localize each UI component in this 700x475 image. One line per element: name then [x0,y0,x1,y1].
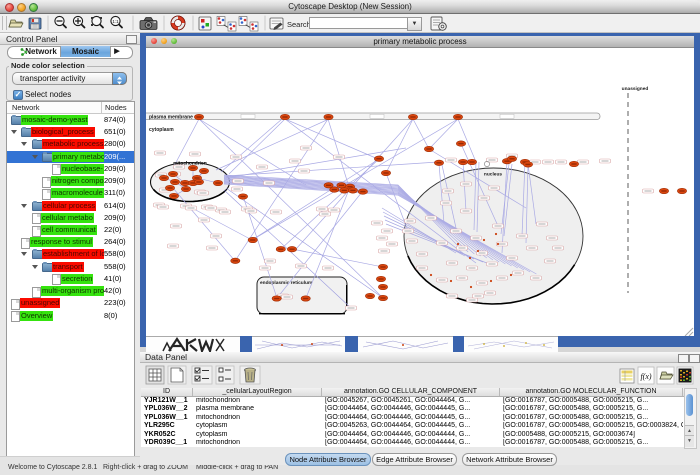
svg-text:plasma membrane: plasma membrane [149,115,193,121]
svg-text:1:1: 1:1 [112,19,119,24]
svg-text:endoplasmic reticulum: endoplasmic reticulum [260,280,312,286]
svg-text:f(x): f(x) [640,372,651,381]
svg-text:unassigned: unassigned [622,86,649,92]
svg-text:cytoplasm: cytoplasm [149,127,174,133]
svg-text:nucleus: nucleus [484,172,502,178]
